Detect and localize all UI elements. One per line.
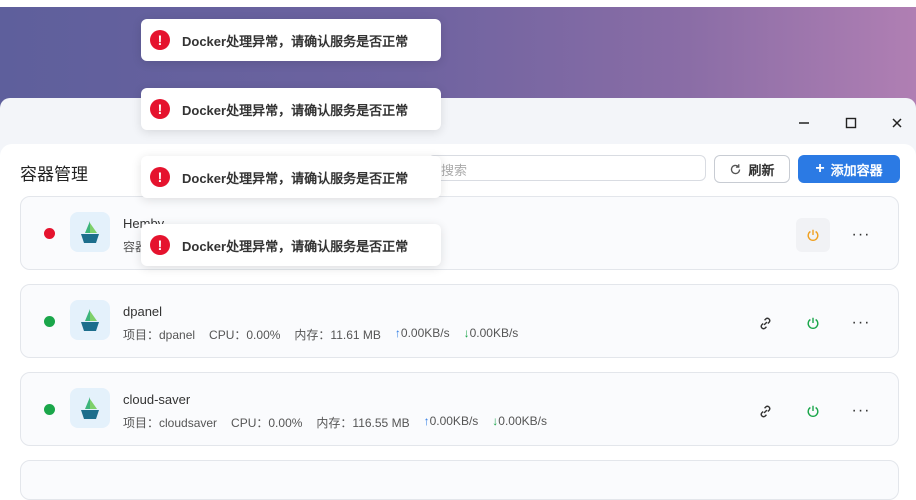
container-cpu: CPU：0.00% bbox=[209, 328, 281, 342]
link-icon bbox=[760, 317, 770, 329]
app-window: 容器管理 搜索 刷新 + 添加容器 Hemby 容器 ··· dpanel 项目… bbox=[0, 98, 916, 500]
error-icon: ! bbox=[150, 30, 170, 50]
container-card[interactable]: dpanel 项目：dpanel CPU：0.00% 内存：11.61 MB ↑… bbox=[20, 284, 899, 358]
error-icon: ! bbox=[150, 235, 170, 255]
power-button[interactable] bbox=[796, 394, 830, 428]
toast-message: Docker处理异常，请确认服务是否正常 bbox=[182, 238, 409, 254]
container-name: dpanel bbox=[123, 304, 163, 319]
error-icon: ! bbox=[150, 167, 170, 187]
link-button[interactable] bbox=[748, 306, 782, 340]
docker-app-icon bbox=[70, 300, 110, 340]
link-icon bbox=[760, 405, 770, 417]
toast-message: Docker处理异常，请确认服务是否正常 bbox=[182, 33, 409, 49]
toast-message: Docker处理异常，请确认服务是否正常 bbox=[182, 102, 409, 118]
error-toast: ! Docker处理异常，请确认服务是否正常 bbox=[141, 19, 441, 61]
container-upload: 0.00KB/s bbox=[429, 414, 479, 428]
refresh-button[interactable]: 刷新 bbox=[714, 155, 790, 183]
status-dot bbox=[44, 316, 55, 327]
more-options-button[interactable]: ··· bbox=[844, 306, 878, 340]
more-options-button[interactable]: ··· bbox=[844, 394, 878, 428]
desktop-background bbox=[0, 0, 916, 110]
container-cpu: CPU：0.00% bbox=[231, 416, 303, 430]
container-download: 0.00KB/s bbox=[469, 326, 519, 340]
power-icon bbox=[807, 317, 819, 330]
power-icon bbox=[807, 229, 819, 242]
search-input[interactable]: 搜索 bbox=[428, 155, 706, 181]
power-button[interactable] bbox=[796, 218, 830, 252]
container-card[interactable]: cloud-saver 项目：cloudsaver CPU：0.00% 内存：1… bbox=[20, 372, 899, 446]
power-icon bbox=[807, 405, 819, 418]
close-icon[interactable] bbox=[886, 112, 908, 134]
maximize-icon[interactable] bbox=[840, 112, 862, 134]
error-toast: ! Docker处理异常，请确认服务是否正常 bbox=[141, 224, 441, 266]
page-title: 容器管理 bbox=[20, 165, 88, 184]
container-memory: 内存：11.61 MB bbox=[294, 328, 381, 342]
status-dot bbox=[44, 228, 55, 239]
toast-message: Docker处理异常，请确认服务是否正常 bbox=[182, 170, 409, 186]
status-dot bbox=[44, 404, 55, 415]
container-project: 项目：cloudsaver bbox=[123, 416, 218, 430]
error-toast: ! Docker处理异常，请确认服务是否正常 bbox=[141, 88, 441, 130]
error-icon: ! bbox=[150, 99, 170, 119]
docker-app-icon bbox=[70, 388, 110, 428]
minimize-icon[interactable] bbox=[793, 112, 815, 134]
plus-icon: + bbox=[815, 160, 825, 177]
container-card[interactable] bbox=[20, 460, 899, 500]
power-button[interactable] bbox=[796, 306, 830, 340]
refresh-icon bbox=[731, 163, 741, 174]
refresh-label: 刷新 bbox=[748, 162, 775, 178]
docker-app-icon bbox=[70, 212, 110, 252]
container-project: 项目：dpanel bbox=[123, 328, 196, 342]
more-options-button[interactable]: ··· bbox=[844, 218, 878, 252]
container-memory: 内存：116.55 MB bbox=[316, 416, 410, 430]
container-upload: 0.00KB/s bbox=[400, 326, 450, 340]
container-name: cloud-saver bbox=[123, 392, 191, 407]
link-button[interactable] bbox=[748, 394, 782, 428]
container-download: 0.00KB/s bbox=[498, 414, 547, 428]
error-toast: ! Docker处理异常，请确认服务是否正常 bbox=[141, 156, 441, 198]
add-container-button[interactable]: + 添加容器 bbox=[798, 155, 900, 183]
add-container-label: 添加容器 bbox=[830, 162, 883, 178]
container-panel: 容器管理 搜索 刷新 + 添加容器 Hemby 容器 ··· dpanel 项目… bbox=[0, 144, 916, 500]
